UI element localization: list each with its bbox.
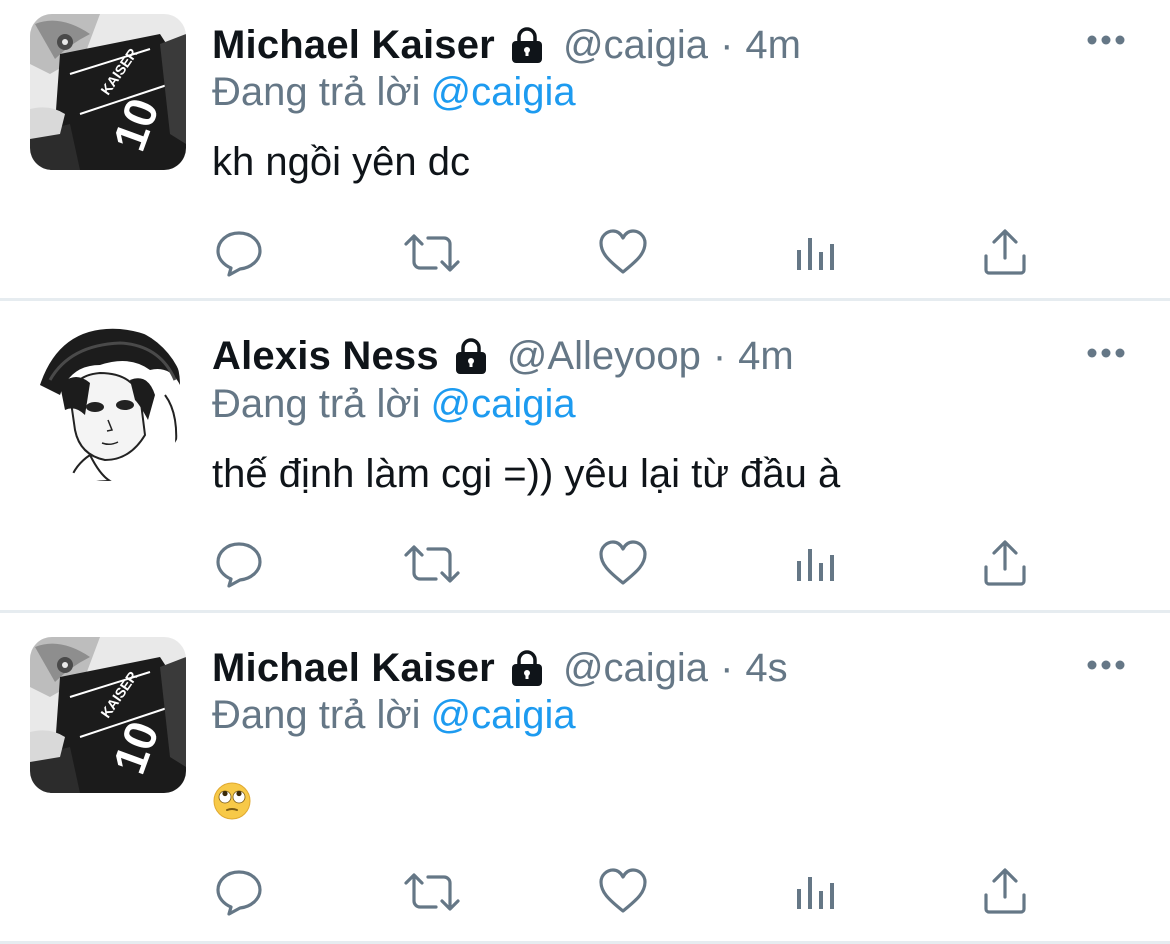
timestamp[interactable]: 4s	[745, 646, 787, 691]
display-name[interactable]: Alexis Ness	[212, 334, 439, 379]
retweet-icon	[404, 234, 460, 272]
retweet-icon	[404, 545, 460, 583]
lock-icon	[511, 650, 542, 686]
analytics-icon	[797, 549, 834, 581]
reply-icon	[216, 231, 262, 277]
avatar[interactable]: KAISER 10	[30, 14, 186, 170]
replying-to: Đang trả lời @caigia	[212, 70, 576, 115]
analytics-button[interactable]	[792, 539, 842, 589]
like-icon	[599, 868, 647, 913]
separator-dot: ·	[712, 333, 727, 378]
tweet[interactable]: Alexis Ness @Alleyoop · 4m Đang trả lời @…	[0, 301, 1170, 610]
retweet-button[interactable]	[402, 867, 462, 917]
more-icon[interactable]	[1086, 341, 1126, 365]
retweet-button[interactable]	[402, 228, 462, 278]
analytics-icon	[797, 877, 834, 909]
tweet[interactable]: KAISER 10 Michael Kaiser @caigia · 4m Đa…	[0, 0, 1170, 298]
tweet-text: thế định làm cgi =)) yêu lại từ đầu à	[212, 452, 841, 496]
more-icon[interactable]	[1086, 28, 1126, 52]
tweet-text: kh ngồi yên dc	[212, 140, 470, 184]
share-icon	[984, 868, 1026, 914]
avatar[interactable]: KAISER 10	[30, 637, 186, 793]
user-handle[interactable]: @Alleyoop	[507, 334, 701, 379]
display-name[interactable]: Michael Kaiser	[212, 646, 495, 691]
mention-link[interactable]: @caigia	[431, 693, 576, 737]
share-button[interactable]	[980, 867, 1030, 917]
reply-button[interactable]	[214, 228, 264, 278]
timestamp[interactable]: 4m	[738, 334, 794, 379]
analytics-icon	[797, 238, 834, 270]
display-name[interactable]: Michael Kaiser	[212, 23, 495, 68]
separator-dot: ·	[720, 22, 734, 67]
user-handle[interactable]: @caigia	[563, 23, 708, 68]
user-handle[interactable]: @caigia	[563, 646, 708, 691]
like-button[interactable]	[598, 539, 648, 589]
reply-icon	[216, 542, 262, 588]
reply-icon	[216, 870, 262, 916]
face-with-rolling-eyes-emoji	[213, 782, 251, 820]
retweet-icon	[404, 873, 460, 911]
share-button[interactable]	[980, 539, 1030, 589]
replying-to-label: Đang trả lời	[212, 70, 421, 114]
tweet-actions	[212, 867, 1032, 917]
share-icon	[984, 540, 1026, 586]
replying-to-label: Đang trả lời	[212, 382, 421, 426]
like-icon	[599, 540, 647, 585]
reply-button[interactable]	[214, 539, 264, 589]
more-icon[interactable]	[1086, 653, 1126, 677]
replying-to: Đang trả lời @caigia	[212, 382, 576, 427]
tweet[interactable]: KAISER 10 Michael Kaiser @caigia · 4s Đa…	[0, 613, 1170, 941]
reply-button[interactable]	[214, 867, 264, 917]
mention-link[interactable]: @caigia	[431, 382, 576, 426]
timestamp[interactable]: 4m	[745, 23, 801, 68]
tweet-actions	[212, 539, 1032, 589]
replying-to: Đang trả lời @caigia	[212, 693, 576, 738]
mention-link[interactable]: @caigia	[431, 70, 576, 114]
share-icon	[984, 229, 1026, 275]
share-button[interactable]	[980, 228, 1030, 278]
avatar[interactable]	[30, 325, 186, 481]
retweet-button[interactable]	[402, 539, 462, 589]
separator-dot: ·	[720, 645, 734, 690]
replying-to-label: Đang trả lời	[212, 693, 421, 737]
tweet-actions	[212, 228, 1032, 278]
like-icon	[599, 229, 647, 274]
like-button[interactable]	[598, 228, 648, 278]
lock-icon	[511, 27, 542, 63]
analytics-button[interactable]	[792, 867, 842, 917]
lock-icon	[455, 338, 486, 374]
like-button[interactable]	[598, 867, 648, 917]
analytics-button[interactable]	[792, 228, 842, 278]
